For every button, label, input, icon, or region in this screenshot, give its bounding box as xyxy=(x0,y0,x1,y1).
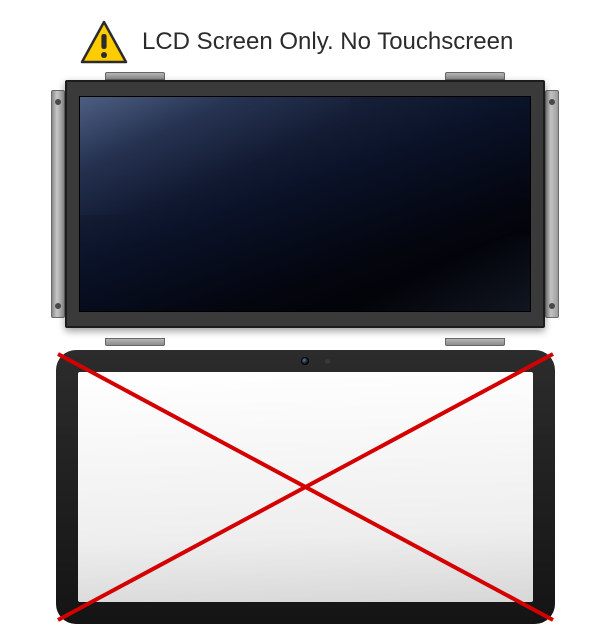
mount-bracket xyxy=(51,90,65,318)
touchscreen-bezel xyxy=(56,350,555,624)
mount-tab xyxy=(445,72,505,80)
warning-icon xyxy=(80,20,128,64)
lcd-panel xyxy=(79,96,531,312)
camera-icon xyxy=(301,357,309,365)
lcd-screen-illustration xyxy=(65,74,545,344)
screen-glare xyxy=(80,97,350,215)
touchscreen-illustration xyxy=(78,372,533,602)
sensor-icon xyxy=(325,359,330,364)
mount-tab xyxy=(105,72,165,80)
mount-bracket xyxy=(545,90,559,318)
mount-tab xyxy=(105,338,165,346)
lcd-bezel xyxy=(65,80,545,328)
mount-tab xyxy=(445,338,505,346)
header-row: LCD Screen Only. No Touchscreen xyxy=(40,20,570,64)
touchscreen-glass xyxy=(78,372,533,602)
header-text: LCD Screen Only. No Touchscreen xyxy=(142,28,513,56)
screen-glare xyxy=(350,236,530,311)
